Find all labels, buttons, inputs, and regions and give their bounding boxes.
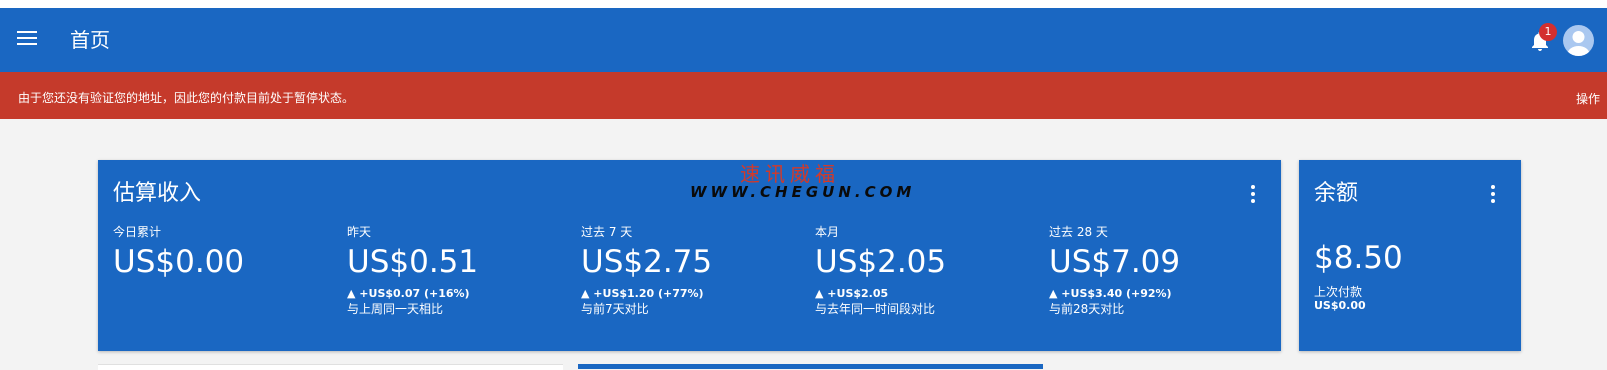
watermark: 速讯威福 WWW.CHEGUN.COM: [690, 158, 911, 204]
page-title: 首页: [70, 28, 110, 52]
stat-compare: 与上周同一天相比: [347, 302, 444, 316]
stat-label: 过去 28 天: [1049, 225, 1108, 239]
last-payment-label: 上次付款: [1314, 285, 1363, 299]
stat-compare: 与前7天对比: [581, 302, 649, 316]
stat-delta: ▲ +US$3.40 (+92%): [1049, 287, 1172, 300]
stat-this-month: 本月 US$2.05 ▲ +US$2.05 与去年同一时间段对比: [815, 224, 1035, 317]
stat-last-28-days: 过去 28 天 US$7.09 ▲ +US$3.40 (+92%) 与前28天对…: [1049, 224, 1269, 317]
stat-delta: ▲ +US$2.05: [815, 287, 889, 300]
next-card-edge: [578, 364, 1043, 369]
balance-value: $8.50: [1314, 240, 1403, 276]
stat-delta: ▲ +US$1.20 (+77%): [581, 287, 704, 300]
card-title: 余额: [1314, 181, 1359, 206]
next-card-edge: [98, 364, 563, 370]
stat-compare: 与前28天对比: [1049, 302, 1125, 316]
alert-banner: 由于您还没有验证您的地址，因此您的付款目前处于暂停状态。 操作: [0, 72, 1607, 119]
stat-value: US$0.00: [113, 244, 245, 280]
card-title: 估算收入: [113, 181, 202, 206]
stat-yesterday: 昨天 US$0.51 ▲ +US$0.07 (+16%) 与上周同一天相比: [347, 224, 567, 317]
more-vert-icon[interactable]: [1251, 185, 1255, 206]
stat-today: 今日累计 US$0.00: [113, 224, 333, 280]
stat-value: US$2.75: [581, 244, 713, 280]
notification-badge: 1: [1539, 23, 1557, 41]
stat-label: 过去 7 天: [581, 225, 633, 239]
app-bar: 首页 1: [0, 8, 1607, 72]
stat-delta: ▲ +US$0.07 (+16%): [347, 287, 470, 300]
stat-label: 今日累计: [113, 225, 162, 239]
watermark-url: WWW.CHEGUN.COM: [690, 183, 916, 201]
stat-label: 本月: [815, 225, 840, 239]
user-avatar-icon: [1567, 31, 1590, 56]
stat-value: US$7.09: [1049, 244, 1181, 280]
stat-compare: 与去年同一时间段对比: [815, 302, 936, 316]
menu-icon[interactable]: [17, 31, 37, 47]
stat-last-7-days: 过去 7 天 US$2.75 ▲ +US$1.20 (+77%) 与前7天对比: [581, 224, 801, 317]
stat-label: 昨天: [347, 225, 372, 239]
avatar[interactable]: [1563, 25, 1594, 56]
last-payment-amount: US$0.00: [1314, 299, 1366, 312]
more-vert-icon[interactable]: [1491, 185, 1495, 206]
alert-action-button[interactable]: 操作: [1576, 90, 1600, 107]
stat-value: US$2.05: [815, 244, 947, 280]
balance-card: 余额 $8.50 上次付款 US$0.00: [1299, 160, 1521, 351]
stat-value: US$0.51: [347, 244, 479, 280]
alert-message: 由于您还没有验证您的地址，因此您的付款目前处于暂停状态。: [18, 91, 355, 105]
